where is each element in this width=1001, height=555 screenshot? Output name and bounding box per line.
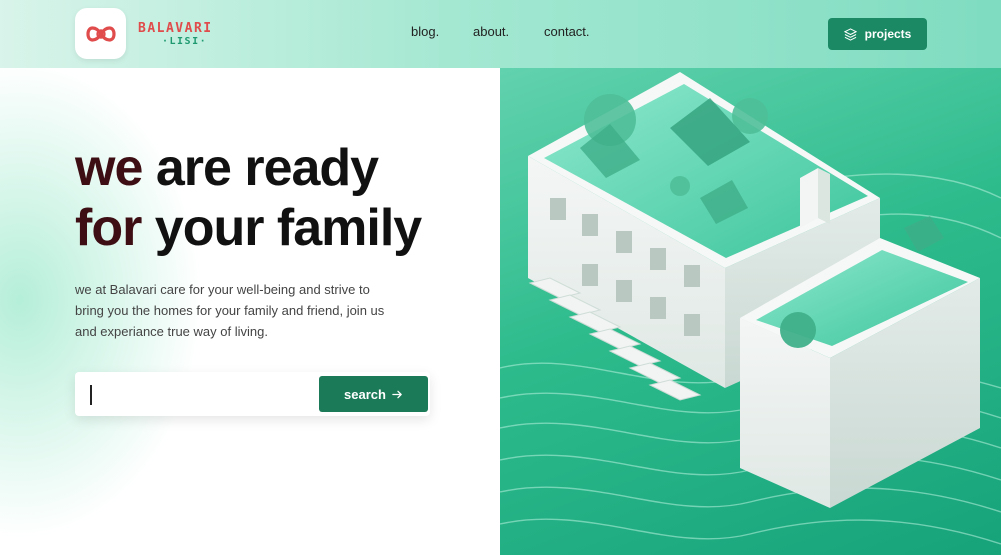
projects-button-label: projects	[864, 27, 912, 41]
hero-title-line-1: we are ready	[75, 138, 421, 198]
header: BALAVARI ·LISI· blog. about. contact. pr…	[0, 0, 1001, 68]
hero-title-rest-2: your family	[141, 199, 422, 257]
hero-title-rest-1: are ready	[142, 139, 379, 197]
nav-blog[interactable]: blog.	[411, 24, 439, 39]
search-button[interactable]: search	[319, 376, 428, 412]
layers-icon	[843, 27, 857, 41]
hero-title: we are ready for your family	[75, 138, 422, 258]
arrow-right-icon	[392, 390, 402, 398]
search-bar: search	[75, 372, 430, 416]
logo-name: BALAVARI	[138, 21, 213, 36]
logo-subtitle: ·LISI·	[162, 36, 208, 47]
hero-description: we at Balavari care for your well-being …	[75, 282, 385, 339]
nav-about[interactable]: about.	[473, 24, 509, 39]
search-input[interactable]	[85, 380, 317, 408]
nav-contact[interactable]: contact.	[544, 24, 590, 39]
infinity-knot-icon	[85, 25, 116, 42]
building-illustration	[500, 68, 1001, 555]
logo[interactable]	[75, 8, 126, 59]
hero-title-accent-1: we	[75, 139, 143, 197]
building-illustration-svg	[500, 72, 1001, 545]
projects-button[interactable]: projects	[828, 18, 927, 50]
hero-title-accent-2: for	[75, 199, 142, 257]
hero-title-line-2: for your family	[75, 198, 422, 258]
search-button-label: search	[344, 386, 386, 402]
page: BALAVARI ·LISI· blog. about. contact. pr…	[0, 0, 1001, 555]
logo-text: BALAVARI ·LISI·	[138, 22, 213, 48]
text-cursor	[90, 385, 92, 405]
